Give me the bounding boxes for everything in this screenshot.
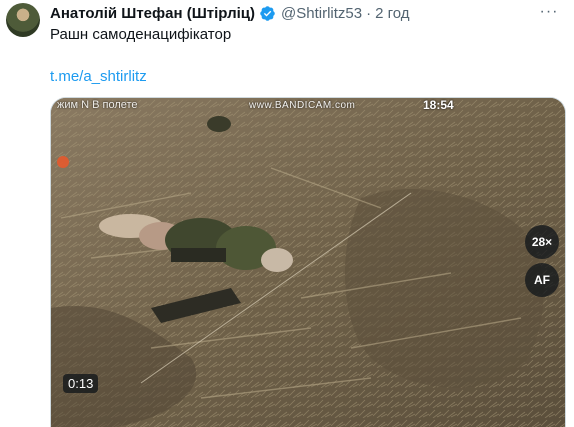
video-frame bbox=[51, 98, 565, 427]
video-player[interactable]: жим N В полете www.BANDICAM.com 18:54 28… bbox=[50, 97, 566, 427]
af-button[interactable]: AF bbox=[525, 263, 559, 297]
watermark-text: www.BANDICAM.com bbox=[249, 100, 356, 111]
telegram-link[interactable]: t.me/a_shtirlitz bbox=[50, 67, 147, 87]
video-overlay: жим N В полете www.BANDICAM.com 18:54 bbox=[51, 98, 565, 116]
overlay-clock: 18:54 bbox=[423, 98, 454, 112]
timestamp[interactable]: 2 год bbox=[375, 5, 409, 22]
author-name[interactable]: Анатолій Штефан (Штірліц) bbox=[50, 5, 255, 22]
record-indicator-icon bbox=[57, 156, 69, 168]
tweet-card[interactable]: Анатолій Штефан (Штірліц) @Shtirlitz53 ·… bbox=[0, 0, 574, 427]
playback-speed-button[interactable]: 28× bbox=[525, 225, 559, 259]
separator-dot: · bbox=[366, 4, 372, 22]
author-handle[interactable]: @Shtirlitz53 bbox=[281, 5, 362, 22]
more-options-icon[interactable]: ··· bbox=[538, 2, 560, 22]
verified-badge-icon bbox=[259, 5, 276, 22]
avatar[interactable] bbox=[6, 3, 40, 37]
tweet-text: Рашн самоденацифікатор bbox=[50, 26, 232, 43]
overlay-mode-text: жим N В полете bbox=[57, 99, 138, 111]
video-duration: 0:13 bbox=[63, 374, 99, 393]
tweet-header: Анатолій Штефан (Штірліц) @Shtirlitz53 ·… bbox=[50, 3, 410, 23]
